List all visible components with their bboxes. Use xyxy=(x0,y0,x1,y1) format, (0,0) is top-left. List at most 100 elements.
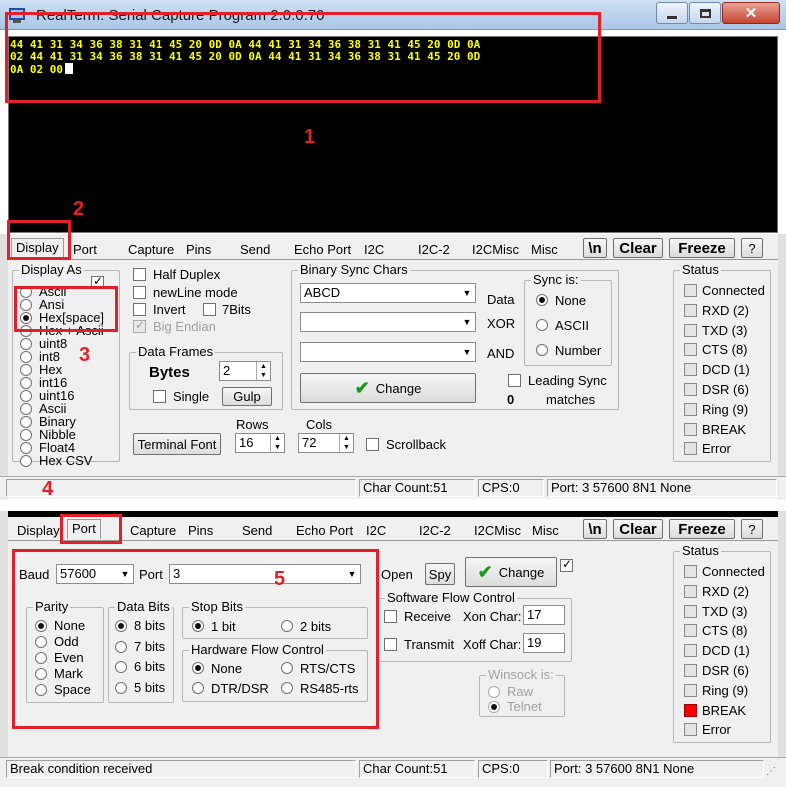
newline-button[interactable]: \n xyxy=(583,519,607,539)
tab-i2c-2[interactable]: I2C-2 xyxy=(418,241,450,261)
checkmark-icon: ✓ xyxy=(135,318,146,332)
invert-label: Invert xyxy=(153,302,186,317)
display-as-radio[interactable] xyxy=(20,351,32,363)
terminal-font-button[interactable]: Terminal Font xyxy=(133,433,221,455)
display-as-radio[interactable] xyxy=(20,364,32,376)
bytes-label: Bytes xyxy=(149,364,190,381)
port-change-button[interactable]: ✔ Change xyxy=(465,557,557,587)
single-checkbox[interactable] xyxy=(153,390,166,403)
status-led xyxy=(684,664,697,677)
status-item-label: CTS (8) xyxy=(702,342,748,358)
sw-receive-checkbox[interactable] xyxy=(384,610,397,623)
sync-none-radio[interactable] xyxy=(536,294,548,306)
freeze-button[interactable]: Freeze xyxy=(669,519,735,539)
status-led xyxy=(684,624,697,638)
maximize-button[interactable] xyxy=(689,2,721,24)
sync-number-radio[interactable] xyxy=(536,344,548,356)
clear-button[interactable]: Clear xyxy=(613,238,663,258)
seven-bits-checkbox[interactable] xyxy=(203,303,216,316)
tab-i2cmisc[interactable]: I2CMisc xyxy=(472,241,519,261)
gulp-button[interactable]: Gulp xyxy=(222,387,272,406)
newline-mode-checkbox[interactable] xyxy=(133,286,146,299)
display-as-radio[interactable] xyxy=(20,429,32,441)
display-as-radio[interactable] xyxy=(20,338,32,350)
display-as-radio[interactable] xyxy=(20,403,32,415)
status-item-label: CTS (8) xyxy=(702,623,748,639)
data-label: Data xyxy=(487,292,515,307)
big-endian-checkbox[interactable]: ✓ xyxy=(133,318,146,333)
status-item-label: Error xyxy=(702,722,731,738)
display-as-radio[interactable] xyxy=(20,390,32,402)
tab-capture[interactable]: Capture xyxy=(130,522,176,542)
xoff-field[interactable]: 19 xyxy=(523,633,565,653)
rows-spinner[interactable]: 16 ▲ ▼ xyxy=(235,433,285,453)
tab-i2c-2[interactable]: I2C-2 xyxy=(419,522,451,542)
sw-transmit-checkbox[interactable] xyxy=(384,638,397,651)
tab-misc[interactable]: Misc xyxy=(531,241,558,261)
tab-port[interactable]: Port xyxy=(73,241,97,261)
dropdown-arrow-icon[interactable]: ▼ xyxy=(459,313,475,331)
leading-sync-checkbox[interactable] xyxy=(508,374,521,387)
dropdown-arrow-icon[interactable]: ▼ xyxy=(459,284,475,302)
winsock-telnet-radio[interactable] xyxy=(488,701,500,713)
annotation-number-1: 1 xyxy=(304,126,316,148)
checkmark-icon: ✔ xyxy=(354,377,370,398)
port-change-checkbox[interactable]: ✓ xyxy=(560,557,573,572)
resize-grip-icon[interactable]: ⋰ xyxy=(766,766,776,777)
help-button[interactable]: ? xyxy=(741,238,763,258)
tab-pins[interactable]: Pins xyxy=(186,241,211,261)
annotation-number-2: 2 xyxy=(73,198,85,220)
minimize-button[interactable] xyxy=(656,2,688,24)
tab-echo-port[interactable]: Echo Port xyxy=(294,241,351,261)
open-toggle[interactable]: Open xyxy=(381,567,413,582)
invert-checkbox[interactable] xyxy=(133,303,146,316)
display-as-radio[interactable] xyxy=(20,416,32,428)
newline-button[interactable]: \n xyxy=(583,238,607,258)
clear-button[interactable]: Clear xyxy=(613,519,663,539)
status-led xyxy=(684,303,697,317)
bytes-spinner[interactable]: 2 ▲ ▼ xyxy=(219,361,271,381)
tab-i2c[interactable]: I2C xyxy=(364,241,384,261)
sync-chars-combo[interactable]: ABCD ▼ xyxy=(300,283,476,303)
spinner-arrows-icon[interactable]: ▲ ▼ xyxy=(270,434,284,452)
half-duplex-checkbox[interactable] xyxy=(133,268,146,281)
help-button[interactable]: ? xyxy=(741,519,763,539)
tab-pins[interactable]: Pins xyxy=(188,522,213,542)
sync-ascii-radio[interactable] xyxy=(536,319,548,331)
tab-i2c[interactable]: I2C xyxy=(366,522,386,542)
annotation-number-3: 3 xyxy=(79,344,91,366)
freeze-button[interactable]: Freeze xyxy=(669,238,735,258)
display-as-radio[interactable] xyxy=(20,442,32,454)
tab-i2cmisc[interactable]: I2CMisc xyxy=(474,522,521,542)
spy-button[interactable]: Spy xyxy=(425,563,455,585)
cols-spinner[interactable]: 72 ▲ ▼ xyxy=(298,433,354,453)
status-led xyxy=(684,343,697,357)
status-led xyxy=(684,442,697,456)
status-led xyxy=(684,363,697,377)
annotation-box-3 xyxy=(14,286,118,332)
display-as-radio[interactable] xyxy=(20,377,32,389)
tab-display[interactable]: Display xyxy=(17,522,60,542)
and-combo[interactable]: ▼ xyxy=(300,342,476,362)
xor-combo[interactable]: ▼ xyxy=(300,312,476,332)
port-summary: Port: 3 57600 8N1 None xyxy=(547,479,777,497)
status-item-label: DSR (6) xyxy=(702,663,749,678)
status-led xyxy=(684,383,697,396)
spinner-arrows-icon[interactable]: ▲ ▼ xyxy=(256,362,270,380)
sync-change-button[interactable]: ✔ Change xyxy=(300,373,476,403)
status-item-label: BREAK xyxy=(702,421,747,437)
tab-capture[interactable]: Capture xyxy=(128,241,174,261)
tab-echo-port[interactable]: Echo Port xyxy=(296,522,353,542)
dropdown-arrow-icon[interactable]: ▼ xyxy=(459,343,475,361)
tab-send[interactable]: Send xyxy=(242,522,272,542)
xon-field[interactable]: 17 xyxy=(523,605,565,625)
close-button[interactable]: ✕ xyxy=(722,2,780,24)
scrollback-checkbox[interactable] xyxy=(366,438,379,451)
winsock-raw-radio[interactable] xyxy=(488,686,500,698)
status-item-label: RXD (2) xyxy=(702,302,749,318)
spinner-arrows-icon[interactable]: ▲ ▼ xyxy=(339,434,353,452)
tab-send[interactable]: Send xyxy=(240,241,270,261)
tab-misc[interactable]: Misc xyxy=(532,522,559,542)
matches-label: matches xyxy=(546,392,596,407)
display-as-radio[interactable] xyxy=(20,455,32,467)
